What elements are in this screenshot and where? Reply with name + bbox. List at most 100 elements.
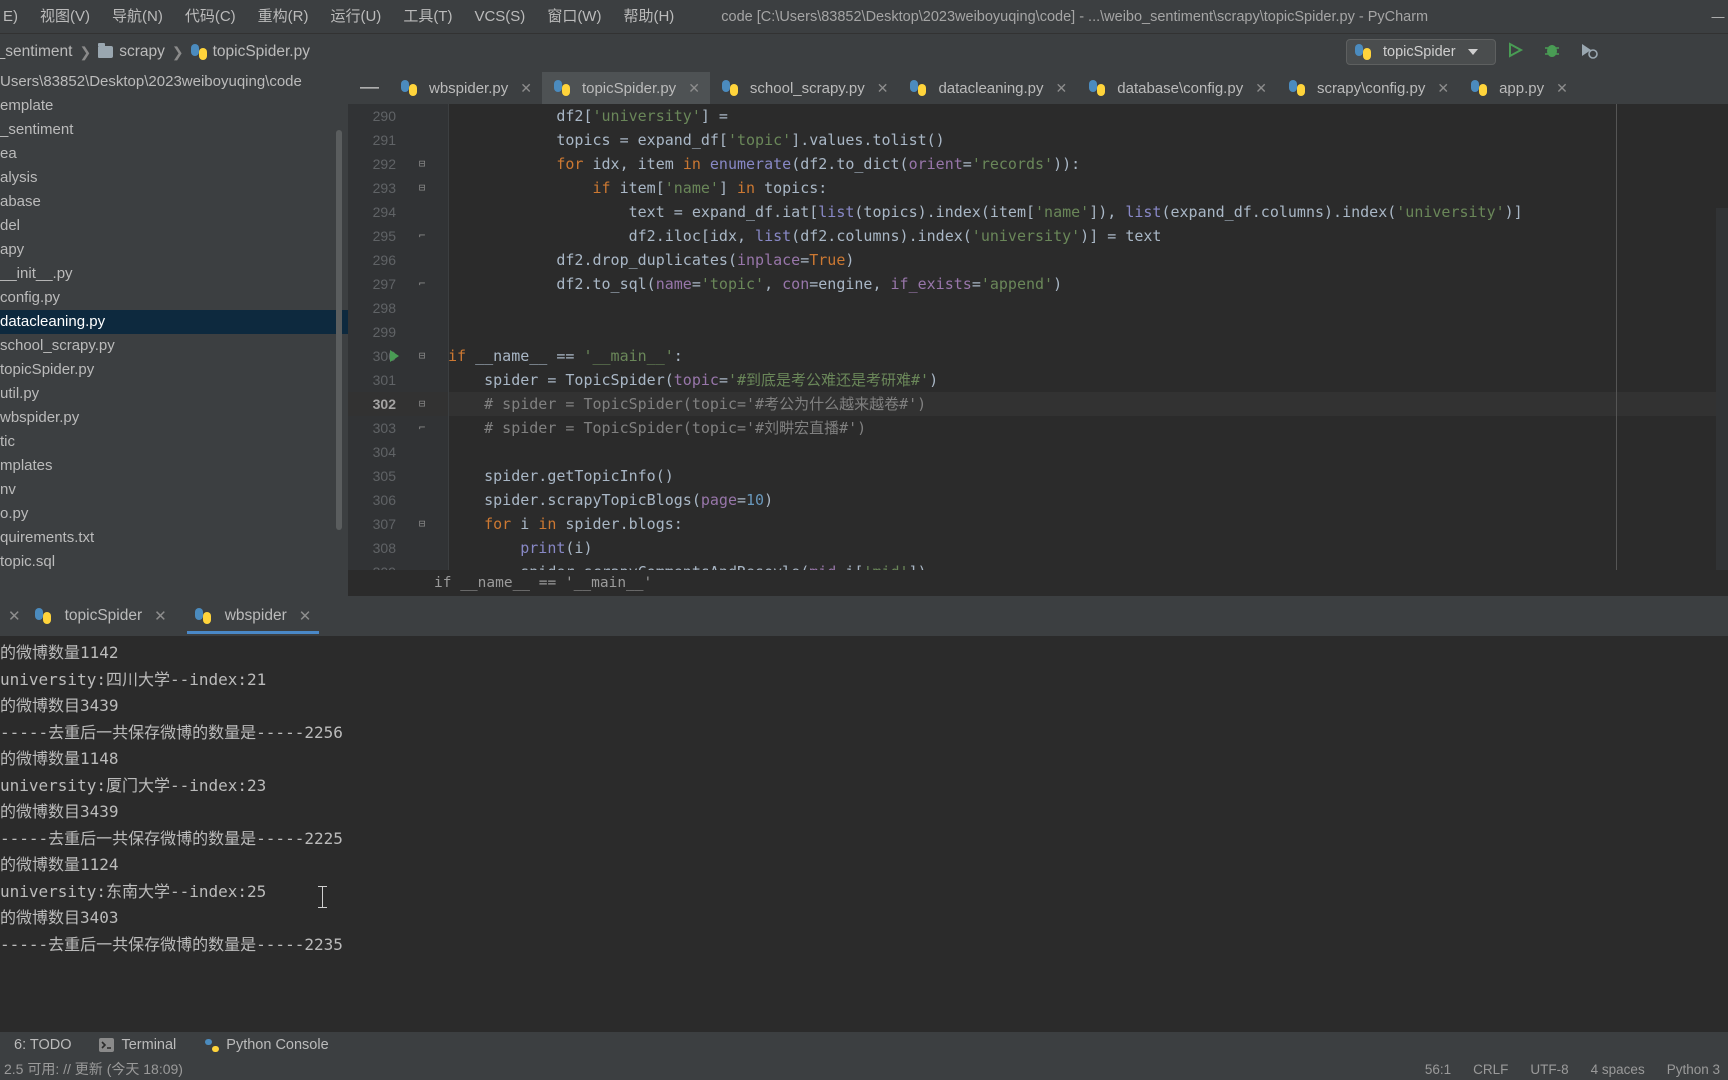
code-line[interactable]: 293 ⊟ if item['name'] in topics: bbox=[348, 176, 1728, 200]
hide-editor-icon[interactable]: — bbox=[348, 72, 389, 104]
fold-collapse-icon[interactable]: ⊟ bbox=[416, 512, 428, 536]
fold-collapse-icon[interactable]: ⊟ bbox=[416, 344, 428, 368]
fold-end-icon[interactable]: ⌐ bbox=[416, 560, 428, 570]
code-editor[interactable]: 290 df2['university'] = 291 topics = expa… bbox=[348, 104, 1728, 570]
code-line[interactable]: 299 bbox=[348, 320, 1728, 344]
fold-end-icon[interactable]: ⌐ bbox=[416, 272, 428, 296]
bottom-tool-terminal[interactable]: Terminal bbox=[85, 1037, 190, 1053]
code-line[interactable]: 308 print(i) bbox=[348, 536, 1728, 560]
menu-item-4[interactable]: 重构(R) bbox=[247, 0, 320, 34]
code-line[interactable]: 305 spider.getTopicInfo() bbox=[348, 464, 1728, 488]
window-minimize-button[interactable]: — bbox=[1708, 0, 1728, 34]
bottom-tool-todo[interactable]: 6: TODO bbox=[0, 1037, 85, 1053]
tree-item[interactable]: del bbox=[0, 214, 348, 238]
project-tree-panel[interactable]: Users\83852\Desktop\2023weiboyuqing\code… bbox=[0, 70, 348, 608]
status-indicator[interactable]: 56:1 bbox=[1425, 1062, 1451, 1077]
editor-tab[interactable]: topicSpider.py ✕ bbox=[541, 72, 710, 104]
code-line[interactable]: 290 df2['university'] = bbox=[348, 104, 1728, 128]
close-tab-icon[interactable]: ✕ bbox=[877, 80, 889, 97]
run-line-icon[interactable] bbox=[390, 350, 399, 362]
code-line[interactable]: 292 ⊟ for idx, item in enumerate(df2.to_d… bbox=[348, 152, 1728, 176]
tree-item[interactable]: tic bbox=[0, 430, 348, 454]
breadcrumb-item-0[interactable]: o_sentiment bbox=[0, 43, 72, 61]
editor-tab[interactable]: school_scrapy.py ✕ bbox=[710, 72, 899, 104]
fold-end-icon[interactable]: ⌐ bbox=[416, 416, 428, 440]
breadcrumb-item-2[interactable]: topicSpider.py bbox=[190, 43, 310, 61]
code-line[interactable]: 295 ⌐ df2.iloc[idx, list(df2.columns).ind… bbox=[348, 224, 1728, 248]
tree-item[interactable]: __init__.py bbox=[0, 262, 348, 286]
debug-icon[interactable] bbox=[1542, 40, 1562, 60]
close-tab-icon[interactable]: ✕ bbox=[1556, 80, 1568, 97]
tree-item[interactable]: datacleaning.py bbox=[0, 310, 348, 334]
close-tab-icon[interactable]: ✕ bbox=[1056, 80, 1068, 97]
code-line[interactable]: 309 ⌐ spider.scrapyCommentsAndResovle(mid… bbox=[348, 560, 1728, 570]
tree-item[interactable]: wbspider.py bbox=[0, 406, 348, 430]
project-tree[interactable]: Users\83852\Desktop\2023weiboyuqing\code… bbox=[0, 70, 348, 574]
fold-end-icon[interactable]: ⌐ bbox=[416, 224, 428, 248]
close-tab-icon[interactable]: ✕ bbox=[1437, 80, 1449, 97]
close-run-tab-icon[interactable]: ✕ bbox=[299, 607, 312, 625]
status-indicator[interactable]: UTF-8 bbox=[1530, 1062, 1568, 1077]
fold-collapse-icon[interactable]: ⊟ bbox=[416, 176, 428, 200]
editor-tab-bar[interactable]: — wbspider.py ✕ topicSpider.py ✕ school_scrap… bbox=[348, 70, 1728, 104]
code-line[interactable]: 291 topics = expand_df['topic'].values.t… bbox=[348, 128, 1728, 152]
editor-tab[interactable]: scrapy\config.py ✕ bbox=[1277, 72, 1459, 104]
run-tab[interactable]: wbspider ✕ bbox=[181, 596, 326, 636]
menu-item-6[interactable]: 工具(T) bbox=[392, 0, 463, 34]
tree-item[interactable]: quirements.txt bbox=[0, 526, 348, 550]
tree-item[interactable]: util.py bbox=[0, 382, 348, 406]
tree-item[interactable]: nv bbox=[0, 478, 348, 502]
close-run-tab-icon[interactable]: ✕ bbox=[154, 607, 167, 625]
status-indicator[interactable]: Python 3 bbox=[1667, 1062, 1720, 1077]
menu-item-7[interactable]: VCS(S) bbox=[463, 0, 536, 34]
tree-item[interactable]: school_scrapy.py bbox=[0, 334, 348, 358]
code-line[interactable]: 297 ⌐ df2.to_sql(name='topic', con=engine… bbox=[348, 272, 1728, 296]
menu-item-8[interactable]: 窗口(W) bbox=[536, 0, 612, 34]
code-line[interactable]: 307 ⊟ for i in spider.blogs: bbox=[348, 512, 1728, 536]
fold-collapse-icon[interactable]: ⊟ bbox=[416, 392, 428, 416]
tree-item[interactable]: alysis bbox=[0, 166, 348, 190]
run-configuration-selector[interactable]: topicSpider bbox=[1346, 39, 1496, 65]
tree-item[interactable]: apy bbox=[0, 238, 348, 262]
fold-collapse-icon[interactable]: ⊟ bbox=[416, 152, 428, 176]
tree-item[interactable]: _sentiment bbox=[0, 118, 348, 142]
editor-tab[interactable]: database\config.py ✕ bbox=[1077, 72, 1277, 104]
tree-item[interactable]: Users\83852\Desktop\2023weiboyuqing\code bbox=[0, 70, 348, 94]
run-icon[interactable] bbox=[1506, 40, 1526, 60]
menu-item-5[interactable]: 运行(U) bbox=[319, 0, 392, 34]
tree-item[interactable]: topicSpider.py bbox=[0, 358, 348, 382]
tree-item[interactable]: ea bbox=[0, 142, 348, 166]
close-tab-icon[interactable]: ✕ bbox=[520, 80, 532, 97]
code-line[interactable]: 301 spider = TopicSpider(topic='#到底是考公难还… bbox=[348, 368, 1728, 392]
editor-breadcrumb[interactable]: if __name__ == '__main__' bbox=[348, 570, 1728, 596]
tree-item[interactable]: abase bbox=[0, 190, 348, 214]
code-line[interactable]: 302 ⊟ # spider = TopicSpider(topic='#考公为什… bbox=[348, 392, 1728, 416]
menu-item-3[interactable]: 代码(C) bbox=[174, 0, 247, 34]
editor-tab[interactable]: wbspider.py ✕ bbox=[389, 72, 542, 104]
tree-item[interactable]: o.py bbox=[0, 502, 348, 526]
tree-item[interactable]: mplates bbox=[0, 454, 348, 478]
code-line[interactable]: 304 bbox=[348, 440, 1728, 464]
code-line[interactable]: 294 text = expand_df.iat[list(topics).in… bbox=[348, 200, 1728, 224]
console-output[interactable]: 的微博数量1142 university:四川大学--index:21 的微博数目3… bbox=[0, 636, 1728, 1032]
code-line[interactable]: 300 ⊟ if __name__ == '__main__': bbox=[348, 344, 1728, 368]
menu-item-9[interactable]: 帮助(H) bbox=[612, 0, 685, 34]
code-content[interactable]: 290 df2['university'] = 291 topics = expa… bbox=[348, 104, 1728, 570]
close-tab-icon[interactable]: ✕ bbox=[1255, 80, 1267, 97]
status-indicators[interactable]: 56:1 CRLF UTF-8 4 spaces Python 3 bbox=[1425, 1062, 1720, 1077]
editor-tab[interactable]: datacleaning.py ✕ bbox=[898, 72, 1077, 104]
editor-tab[interactable]: app.py ✕ bbox=[1459, 72, 1578, 104]
run-tool-window-tabs[interactable]: ✕ topicSpider ✕ wbspider ✕ bbox=[0, 596, 1728, 636]
status-indicator[interactable]: 4 spaces bbox=[1591, 1062, 1645, 1077]
code-line[interactable]: 303 ⌐ # spider = TopicSpider(topic='#刘畊宏直… bbox=[348, 416, 1728, 440]
menu-item-0[interactable]: E) bbox=[0, 0, 29, 34]
tree-item[interactable]: topic.sql bbox=[0, 550, 348, 574]
breadcrumb-item-1[interactable]: scrapy bbox=[98, 43, 165, 61]
menu-item-2[interactable]: 导航(N) bbox=[101, 0, 174, 34]
code-line[interactable]: 296 df2.drop_duplicates(inplace=True) bbox=[348, 248, 1728, 272]
code-line[interactable]: 306 spider.scrapyTopicBlogs(page=10) bbox=[348, 488, 1728, 512]
project-tree-scrollbar[interactable] bbox=[336, 130, 342, 530]
bottom-tool-bar[interactable]: 6: TODO Terminal Python Console bbox=[0, 1032, 1728, 1058]
marker-stripe[interactable] bbox=[1716, 208, 1728, 570]
status-indicator[interactable]: CRLF bbox=[1473, 1062, 1508, 1077]
